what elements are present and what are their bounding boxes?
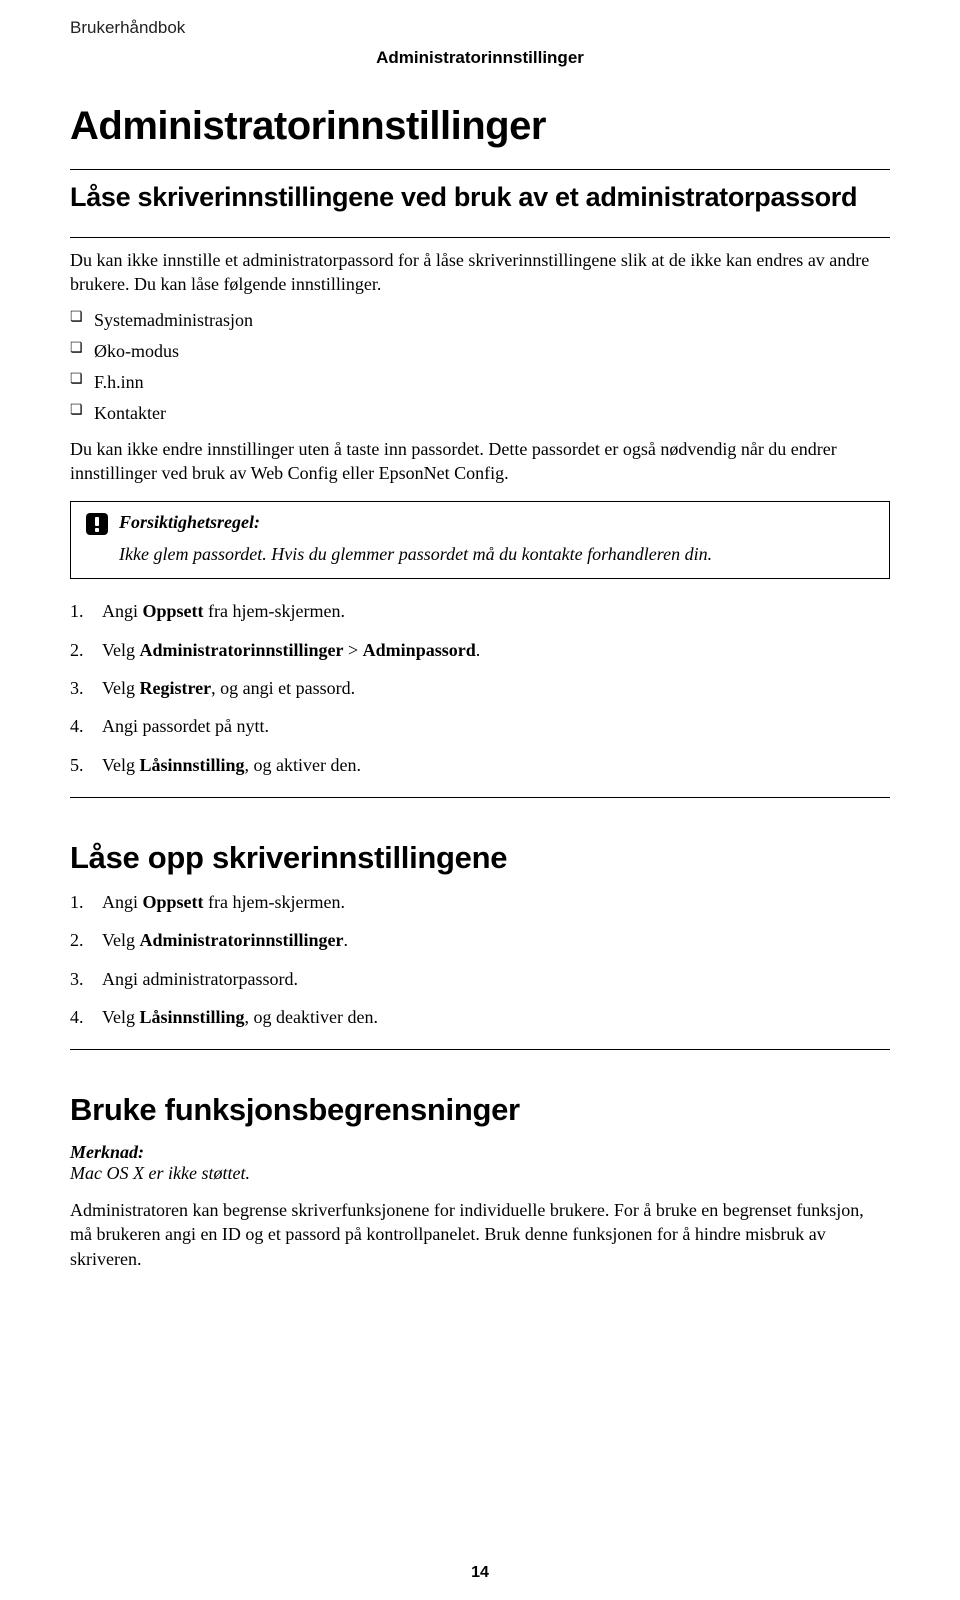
step-text: Angi Oppsett fra hjem-skjermen. — [102, 890, 345, 914]
caution-body: Ikke glem passordet. Hvis du glemmer pas… — [119, 542, 875, 566]
step-number: 1. — [70, 890, 102, 914]
list-item: Systemadministrasjon — [70, 307, 890, 334]
doc-label: Brukerhåndbok — [70, 18, 890, 38]
step-text: Velg Låsinnstilling, og deaktiver den. — [102, 1005, 378, 1029]
section1-after-bullets: Du kan ikke endre innstillinger uten å t… — [70, 437, 890, 486]
section3-body: Administratoren kan begrense skriverfunk… — [70, 1198, 890, 1271]
section-unlock-settings: Låse opp skriverinnstillingene — [70, 797, 890, 876]
step-item: 1. Angi Oppsett fra hjem-skjermen. — [70, 599, 890, 623]
step-number: 3. — [70, 967, 102, 991]
step-number: 2. — [70, 928, 102, 952]
note-body: Mac OS X er ikke støttet. — [70, 1163, 890, 1184]
caution-label: Forsiktighetsregel: — [119, 512, 260, 533]
step-number: 4. — [70, 1005, 102, 1029]
note-label: Merknad: — [70, 1142, 890, 1163]
caution-box: Forsiktighetsregel: Ikke glem passordet.… — [70, 501, 890, 579]
page-title: Administratorinnstillinger — [70, 104, 890, 149]
step-text: Angi Oppsett fra hjem-skjermen. — [102, 599, 345, 623]
page-number: 14 — [0, 1564, 960, 1582]
step-text: Velg Registrer, og angi et passord. — [102, 676, 355, 700]
step-text: Velg Administratorinnstillinger > Adminp… — [102, 638, 480, 662]
list-item: F.h.inn — [70, 369, 890, 396]
step-item: 4. Angi passordet på nytt. — [70, 714, 890, 738]
list-item: Øko-modus — [70, 338, 890, 365]
step-text: Velg Administratorinnstillinger. — [102, 928, 348, 952]
step-number: 2. — [70, 638, 102, 662]
section2-steps: 1. Angi Oppsett fra hjem-skjermen. 2. Ve… — [70, 890, 890, 1029]
lockable-settings-list: Systemadministrasjon Øko-modus F.h.inn K… — [70, 307, 890, 427]
step-item: 3. Angi administratorpassord. — [70, 967, 890, 991]
step-text: Angi passordet på nytt. — [102, 714, 269, 738]
step-item: 5. Velg Låsinnstilling, og aktiver den. — [70, 753, 890, 777]
step-item: 1. Angi Oppsett fra hjem-skjermen. — [70, 890, 890, 914]
section2-heading: Låse opp skriverinnstillingene — [70, 840, 890, 876]
section1-heading: Låse skriverinnstillingene ved bruk av e… — [70, 182, 890, 213]
step-item: 3. Velg Registrer, og angi et passord. — [70, 676, 890, 700]
section3-heading: Bruke funksjonsbegrensninger — [70, 1092, 890, 1128]
section1-steps: 1. Angi Oppsett fra hjem-skjermen. 2. Ve… — [70, 599, 890, 776]
step-item: 4. Velg Låsinnstilling, og deaktiver den… — [70, 1005, 890, 1029]
document-page: Brukerhåndbok Administratorinnstillinger… — [0, 0, 960, 1600]
step-item: 2. Velg Administratorinnstillinger. — [70, 928, 890, 952]
step-item: 2. Velg Administratorinnstillinger > Adm… — [70, 638, 890, 662]
step-number: 4. — [70, 714, 102, 738]
section-header: Administratorinnstillinger — [70, 48, 890, 68]
step-number: 3. — [70, 676, 102, 700]
section-feature-restrictions: Bruke funksjonsbegrensninger — [70, 1049, 890, 1128]
step-text: Angi administratorpassord. — [102, 967, 298, 991]
caution-icon — [85, 512, 109, 536]
step-number: 1. — [70, 599, 102, 623]
step-number: 5. — [70, 753, 102, 777]
section1-intro: Du kan ikke innstille et administratorpa… — [70, 248, 890, 297]
list-item: Kontakter — [70, 400, 890, 427]
section-lock-settings: Låse skriverinnstillingene ved bruk av e… — [70, 169, 890, 238]
step-text: Velg Låsinnstilling, og aktiver den. — [102, 753, 361, 777]
